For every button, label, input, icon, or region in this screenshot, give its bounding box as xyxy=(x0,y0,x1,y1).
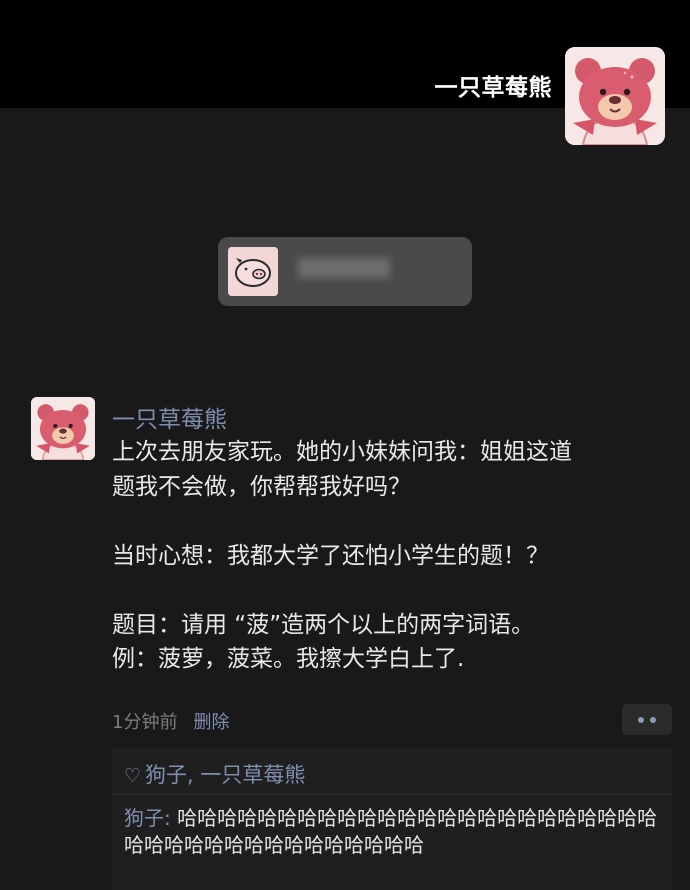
post-text-line: 当时心想：我都大学了还怕小学生的题！？ xyxy=(112,542,549,569)
shared-link-card[interactable]: ███████ xyxy=(218,237,472,306)
delete-button[interactable]: 删除 xyxy=(193,712,229,733)
comment-author[interactable]: 狗子: xyxy=(124,806,171,830)
more-actions-button[interactable] xyxy=(622,704,672,735)
strawberry-bear-icon xyxy=(565,47,665,145)
comment-text: 哈哈哈哈哈哈哈哈哈哈哈哈哈哈哈哈哈哈哈哈哈哈哈哈哈哈哈哈哈哈哈哈哈哈哈哈哈哈哈 xyxy=(124,806,658,857)
post-text-line: 题我不会做，你帮帮我好吗？ xyxy=(112,473,411,500)
divider xyxy=(112,794,672,795)
header-username[interactable]: 一只草莓熊 xyxy=(435,68,553,102)
header-avatar[interactable] xyxy=(565,47,665,145)
pig-icon xyxy=(228,247,278,296)
interactions-panel: ♡ 狗子, 一只草莓熊 狗子: 哈哈哈哈哈哈哈哈哈哈哈哈哈哈哈哈哈哈哈哈哈哈哈哈哈… xyxy=(112,748,672,890)
post-text-line: 例：菠萝，菠菜。我擦大学白上了. xyxy=(112,646,465,672)
post-meta: 1分钟前 删除 xyxy=(112,708,229,734)
likes-list: ♡ 狗子, 一只草莓熊 xyxy=(124,759,305,789)
post-timestamp: 1分钟前 xyxy=(112,712,178,733)
post-text-line: 上次去朋友家玩。她的小妹妹问我：姐姐这道 xyxy=(112,439,572,465)
heart-icon: ♡ xyxy=(124,765,142,787)
strawberry-bear-icon xyxy=(31,397,95,460)
likers-names[interactable]: 狗子, 一只草莓熊 xyxy=(145,763,305,787)
post-author-avatar[interactable] xyxy=(31,397,95,460)
shared-link-title: ███████ xyxy=(298,259,390,279)
post-text-line: 题目：请用 “菠”造两个以上的两字词语。 xyxy=(112,611,535,638)
moments-header: 一只草莓熊 xyxy=(0,0,690,145)
comment-item[interactable]: 狗子: 哈哈哈哈哈哈哈哈哈哈哈哈哈哈哈哈哈哈哈哈哈哈哈哈哈哈哈哈哈哈哈哈哈哈哈哈… xyxy=(124,805,664,859)
dot-icon xyxy=(638,717,644,723)
post-content: 上次去朋友家玩。她的小妹妹问我：姐姐这道 题我不会做，你帮帮我好吗？ 当时心想：… xyxy=(112,435,672,677)
post-author-name[interactable]: 一只草莓熊 xyxy=(112,400,227,434)
dot-icon xyxy=(650,717,656,723)
